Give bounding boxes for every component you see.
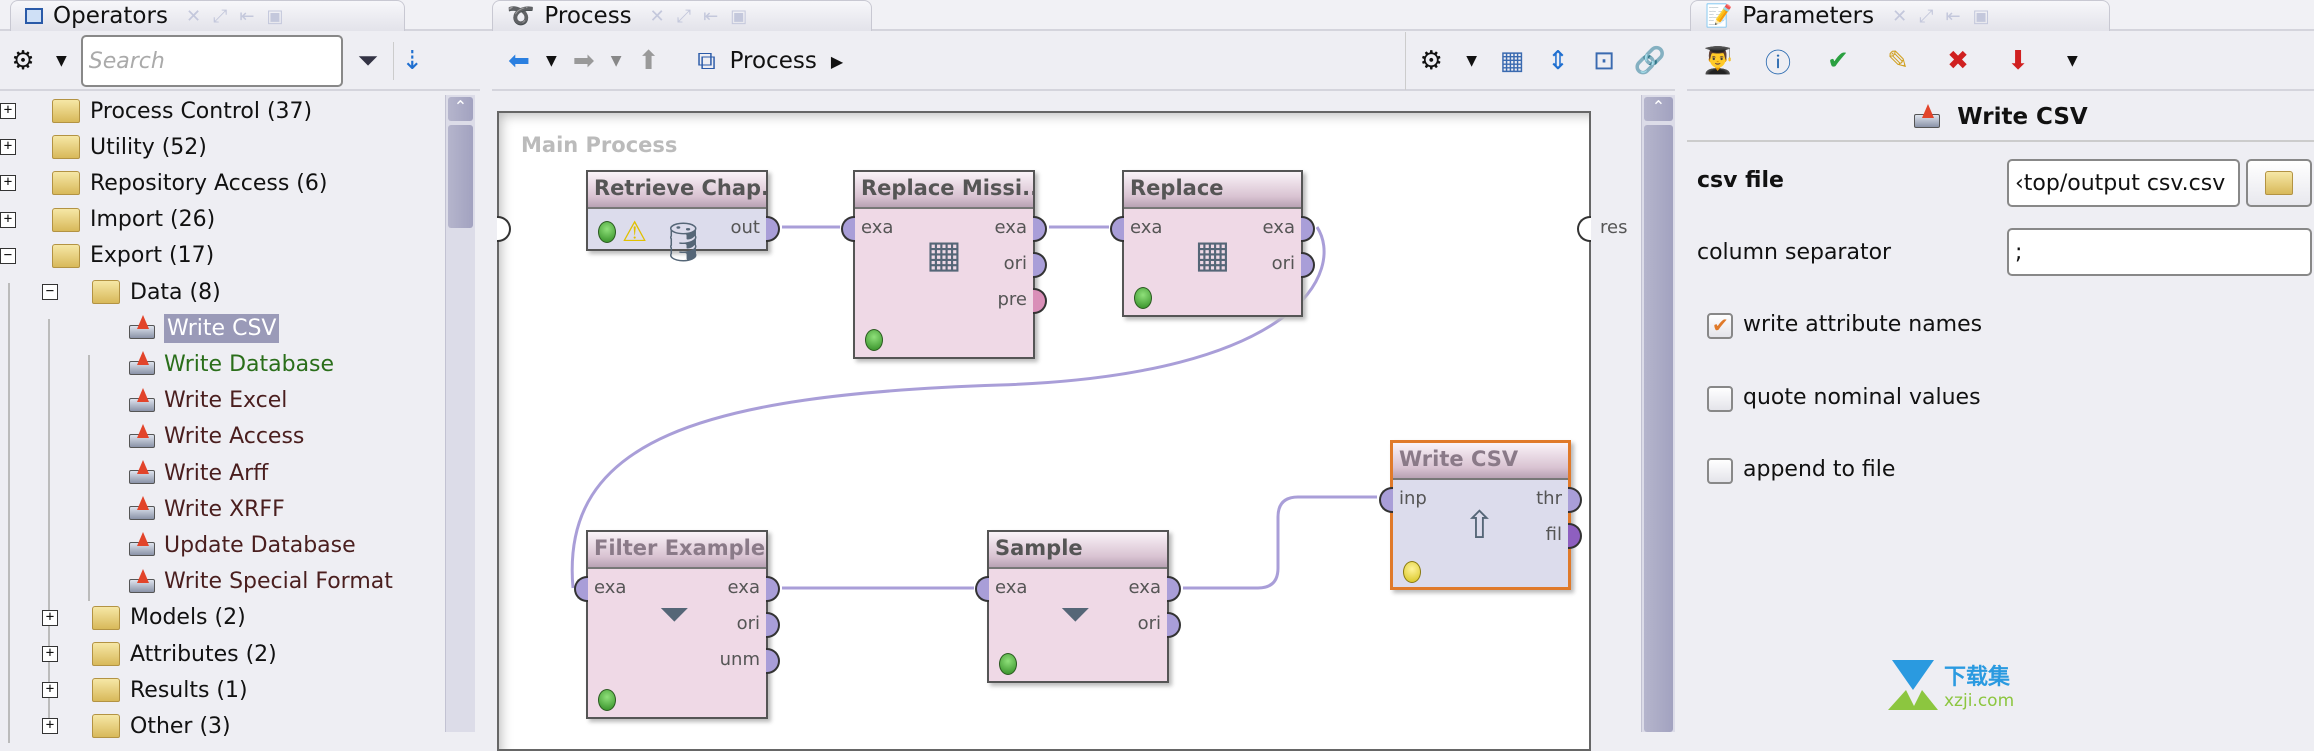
port-label: exa (1130, 217, 1163, 238)
operator-icon: ⏷ (1060, 592, 1091, 636)
operator-title: Filter Examples (588, 532, 766, 569)
operator-title: Sample (989, 532, 1167, 569)
browse-file-button[interactable] (2246, 159, 2312, 207)
operator-title: Write CSV (1957, 103, 2088, 130)
operator-retrieve[interactable]: Retrieve Chap... out 🛢 ⚠ (586, 170, 780, 264)
status-light-icon (598, 221, 616, 243)
status-light-icon (1403, 561, 1421, 583)
append-to-file-checkbox[interactable] (1707, 458, 1733, 484)
watermark-logo: 下载集 xzji.com (1886, 658, 2014, 712)
operator-icon: 🛢 (659, 220, 708, 264)
enable-icon[interactable]: ✔ (1819, 42, 1857, 80)
port-label: thr (1536, 488, 1562, 509)
port-label: pre (997, 289, 1027, 310)
port-label: ori (736, 613, 760, 634)
column-separator-input[interactable]: ; (2007, 228, 2312, 276)
operator-icon: ▦ (926, 232, 962, 276)
dropdown-caret-icon[interactable]: ▼ (2067, 53, 2078, 69)
scroll-thumb[interactable] (1644, 125, 1673, 732)
port-label: exa (727, 577, 760, 598)
operator-icon: ▦ (1194, 232, 1231, 276)
operator-title: Replace Missi... (855, 172, 1033, 209)
port-label: unm (719, 649, 760, 670)
breakpoint-icon[interactable]: ⬇ (1999, 42, 2037, 80)
write-csv-icon (1913, 103, 1941, 130)
port-label: exa (995, 577, 1028, 598)
quote-nominal-values-label: quote nominal values (1743, 385, 1981, 410)
watermark-url: xzji.com (1944, 691, 2015, 711)
port-label: inp (1399, 488, 1427, 509)
operator-sample[interactable]: Sample exa exa ori ⏷ (975, 530, 1181, 683)
port-label: exa (1262, 217, 1295, 238)
csv-file-label: csv file (1697, 168, 1784, 193)
watermark-cn: 下载集 (1944, 665, 2011, 690)
info-icon[interactable]: ⓘ (1759, 42, 1797, 80)
rename-icon[interactable]: ✎ (1879, 42, 1917, 80)
operator-title: Replace (1124, 172, 1301, 209)
status-light-icon (865, 329, 883, 351)
scroll-up-icon[interactable]: ⌃ (1644, 97, 1673, 121)
status-light-icon (598, 689, 616, 711)
write-attribute-names-checkbox[interactable] (1707, 313, 1733, 339)
status-light-icon (1134, 287, 1152, 309)
operator-filter-examples[interactable]: Filter Examples exa exa ori unm ⏷ (574, 530, 780, 719)
port-label: ori (1003, 253, 1027, 274)
parameters-header: Write CSV (1687, 93, 2314, 142)
write-attribute-names-label: write attribute names (1743, 312, 1983, 337)
port-label: exa (861, 217, 894, 238)
watermark-logo-icon (1888, 660, 1938, 710)
connection-sample-writecsv[interactable] (1183, 495, 1377, 590)
operator-title: Write CSV (1393, 443, 1568, 480)
status-light-icon (999, 653, 1017, 675)
operator-icon: ⏷ (659, 592, 690, 636)
append-to-file-label: append to file (1743, 457, 1896, 482)
operator-title: Retrieve Chap... (588, 172, 766, 209)
operator-write-csv[interactable]: Write CSV inp thr fil ⇧ (1379, 440, 1582, 590)
warning-icon: ⚠ (622, 215, 648, 248)
port-label: exa (994, 217, 1027, 238)
port-label: fil (1545, 524, 1562, 545)
csv-file-input[interactable]: ‹top/output csv.csv (2007, 159, 2240, 207)
column-separator-label: column separator (1697, 240, 1892, 265)
canvas-scrollbar[interactable]: ⌃ (1641, 95, 1675, 732)
operator-replace-missing[interactable]: Replace Missi... exa exa ori pre ▦ (841, 170, 1047, 359)
port-label: out (730, 217, 760, 238)
port-label: exa (594, 577, 627, 598)
port-label: ori (1137, 613, 1161, 634)
quote-nominal-values-checkbox[interactable] (1707, 386, 1733, 412)
delete-icon[interactable]: ✖ (1939, 42, 1977, 80)
operator-icon: ⇧ (1463, 503, 1496, 547)
folder-icon (2265, 171, 2293, 195)
port-label: ori (1271, 253, 1295, 274)
parameters-toolbar: 👨‍🎓 ⓘ ✔ ✎ ✖ ⬇ ▼ (1687, 33, 2314, 91)
expert-mode-icon[interactable]: 👨‍🎓 (1699, 42, 1737, 80)
operator-replace[interactable]: Replace exa exa ori ▦ (1110, 170, 1315, 317)
port-label: exa (1128, 577, 1161, 598)
